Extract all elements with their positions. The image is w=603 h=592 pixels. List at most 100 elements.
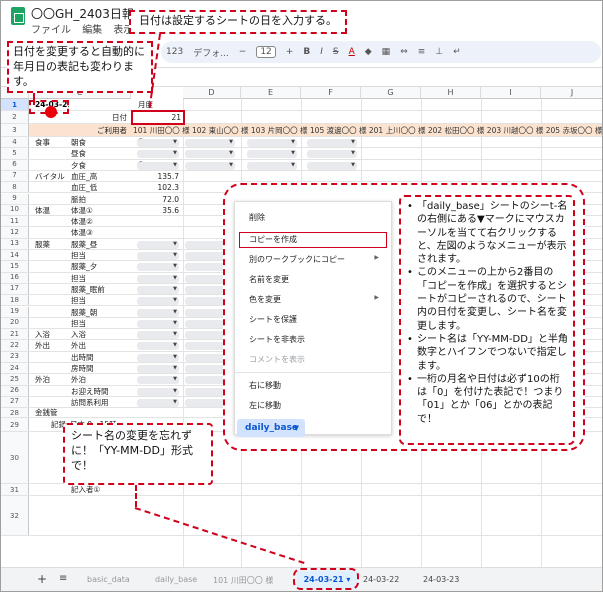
menu-item-delete[interactable]: 削除 xyxy=(249,212,389,223)
number-format-button[interactable]: 123 xyxy=(166,47,183,57)
merge-icon[interactable]: ⇔ xyxy=(400,47,408,57)
dropdown-chip[interactable] xyxy=(247,160,297,171)
item-cell[interactable]: 夕食 xyxy=(71,160,131,171)
dropdown-chip[interactable] xyxy=(137,284,179,295)
dropdown-chip[interactable] xyxy=(137,160,179,171)
dropdown-chip[interactable] xyxy=(137,397,179,408)
menu-file[interactable]: ファイル xyxy=(31,25,71,36)
item-cell[interactable]: 担当 xyxy=(71,295,131,306)
row-number[interactable]: 10 xyxy=(1,204,29,216)
category-cell[interactable]: 体温 xyxy=(35,205,69,216)
row-number[interactable]: 30 xyxy=(1,432,29,484)
row-number[interactable]: 27 xyxy=(1,396,29,408)
tab-daily-base[interactable]: daily_base xyxy=(155,575,197,584)
item-cell[interactable]: 服薬_夕 xyxy=(71,261,131,272)
column-header-i[interactable]: I xyxy=(481,87,541,99)
row-number[interactable]: 24 xyxy=(1,363,29,374)
dropdown-chip[interactable] xyxy=(137,329,179,340)
text-color-button[interactable]: A xyxy=(349,47,355,57)
row-number[interactable]: 31 xyxy=(1,484,29,496)
row-number[interactable]: 32 xyxy=(1,496,29,536)
wrap-icon[interactable]: ↵ xyxy=(453,47,461,57)
dropdown-chip[interactable] xyxy=(137,318,179,329)
row-number[interactable]: 8 xyxy=(1,182,29,193)
row-number[interactable]: 7 xyxy=(1,170,29,182)
row-number[interactable]: 15 xyxy=(1,261,29,272)
item-cell[interactable]: 体温② xyxy=(71,216,131,227)
menu-item-rename[interactable]: 名前を変更 xyxy=(249,274,389,285)
dropdown-chip[interactable] xyxy=(137,363,179,374)
menu-edit[interactable]: 編集 xyxy=(82,25,102,36)
value-cell[interactable]: 135.7 xyxy=(131,171,183,182)
dropdown-chip[interactable] xyxy=(137,386,179,397)
item-cell[interactable]: 入浴 xyxy=(71,329,131,340)
font-select[interactable]: デフォ... xyxy=(193,46,229,59)
column-header-g[interactable]: G xyxy=(361,87,421,99)
row-number[interactable]: 13 xyxy=(1,238,29,249)
dropdown-chip[interactable] xyxy=(185,148,235,160)
column-header-j[interactable]: J xyxy=(541,87,602,99)
row-number[interactable]: 26 xyxy=(1,385,29,396)
fill-color-icon[interactable]: ◆ xyxy=(365,47,372,57)
item-cell[interactable]: 服薬_朝 xyxy=(71,307,131,318)
dropdown-chip[interactable] xyxy=(137,352,179,363)
category-cell[interactable]: バイタル xyxy=(35,171,69,182)
category-cell[interactable]: 食事 xyxy=(35,137,69,148)
value-cell[interactable]: 102.3 xyxy=(131,182,183,193)
category-cell[interactable]: 外泊 xyxy=(35,374,69,385)
item-cell[interactable]: 服薬_眠前 xyxy=(71,284,131,295)
tab-basic-data[interactable]: basic_data xyxy=(87,575,130,584)
font-decrease-button[interactable]: − xyxy=(239,47,247,57)
item-cell[interactable]: 外出 xyxy=(71,340,131,351)
dropdown-chip[interactable] xyxy=(137,374,179,386)
row-number[interactable]: 1 xyxy=(1,99,29,110)
dropdown-chip[interactable] xyxy=(307,160,357,171)
menu-item-color[interactable]: 色を変更 ▶ xyxy=(249,294,389,305)
item-cell[interactable]: 血圧_低 xyxy=(71,182,131,193)
daily-base-tab[interactable]: daily_base ▼ xyxy=(237,419,305,437)
row-number[interactable]: 9 xyxy=(1,193,29,204)
row-number[interactable]: 21 xyxy=(1,329,29,340)
value-cell[interactable]: 35.6 xyxy=(131,205,183,216)
dropdown-chip[interactable] xyxy=(137,340,179,352)
item-cell[interactable]: 房時間 xyxy=(71,363,131,374)
dropdown-chip[interactable] xyxy=(185,137,235,148)
dropdown-chip[interactable] xyxy=(137,137,179,148)
row-number[interactable]: 16 xyxy=(1,272,29,283)
category-cell[interactable]: 金銭管 xyxy=(35,408,69,418)
italic-button[interactable]: I xyxy=(320,47,323,57)
column-header-e[interactable]: E xyxy=(241,87,301,99)
menu-item-hide[interactable]: シートを非表示 xyxy=(249,334,389,345)
item-cell[interactable]: 朝食 xyxy=(71,137,131,148)
dropdown-chip[interactable] xyxy=(137,295,179,306)
dropdown-arrow-icon[interactable]: ▼ xyxy=(294,419,299,437)
category-cell[interactable]: 入浴 xyxy=(35,329,69,340)
menu-item-protect[interactable]: シートを保護 xyxy=(249,314,389,325)
item-cell[interactable]: 担当 xyxy=(71,273,131,284)
all-sheets-icon[interactable]: ≡ xyxy=(59,573,67,584)
row-number[interactable]: 11 xyxy=(1,216,29,227)
row-number[interactable]: 2 xyxy=(1,111,29,123)
row-number[interactable]: 25 xyxy=(1,374,29,385)
category-cell[interactable]: 外出 xyxy=(35,340,69,351)
dropdown-chip[interactable] xyxy=(247,137,297,148)
item-cell[interactable]: 体温① xyxy=(71,205,131,216)
row-number[interactable]: 17 xyxy=(1,283,29,295)
font-increase-button[interactable]: + xyxy=(286,47,294,57)
row-number[interactable]: 23 xyxy=(1,351,29,362)
row-number[interactable]: 3 xyxy=(1,124,29,136)
item-cell[interactable]: 担当 xyxy=(71,250,131,261)
row-number[interactable]: 4 xyxy=(1,137,29,148)
item-cell[interactable]: お迎え時間 xyxy=(71,386,131,397)
borders-icon[interactable]: ▦ xyxy=(382,47,391,57)
bold-button[interactable]: B xyxy=(303,47,310,57)
item-cell[interactable]: 脈拍 xyxy=(71,194,131,205)
item-cell[interactable]: 記入者① xyxy=(71,484,131,496)
row-number[interactable]: 22 xyxy=(1,340,29,351)
font-size-input[interactable]: 12 xyxy=(256,46,276,58)
tab-24-03-23[interactable]: 24-03-23 xyxy=(423,575,459,584)
row-number[interactable]: 12 xyxy=(1,227,29,238)
strikethrough-button[interactable]: S xyxy=(333,47,339,57)
menu-item-move-left[interactable]: 左に移動 xyxy=(249,400,389,411)
dropdown-chip[interactable] xyxy=(137,250,179,261)
